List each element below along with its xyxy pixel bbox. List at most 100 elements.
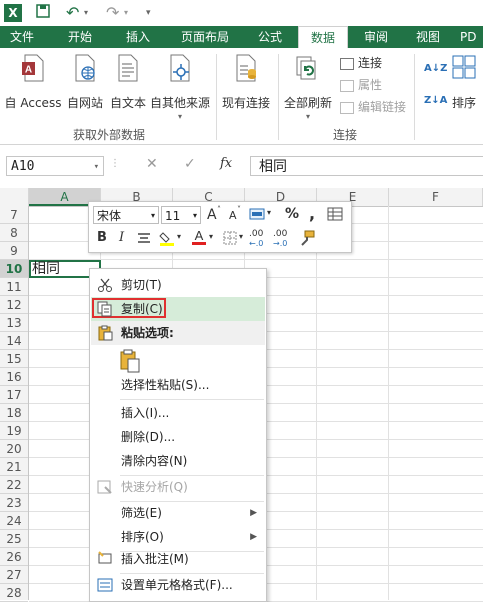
tab-home[interactable]: 开始 <box>60 26 100 48</box>
insert-function-icon[interactable]: fx <box>220 156 232 171</box>
tab-data[interactable]: 数据 <box>298 26 348 50</box>
from-web-button[interactable]: 自网站 <box>64 54 106 111</box>
menu-item-copy[interactable]: 复制(C) <box>91 297 265 321</box>
row-header-21[interactable]: 21 <box>0 458 28 476</box>
chevron-down-icon[interactable]: ▾ <box>239 232 243 241</box>
grid-column-line <box>388 206 389 600</box>
format-painter-icon[interactable] <box>299 230 315 246</box>
submenu-arrow-icon: ▶ <box>250 532 257 542</box>
comma-style-icon[interactable]: , <box>309 204 315 223</box>
properties-button[interactable]: 属性 <box>340 76 382 94</box>
clipboard-icon <box>97 325 113 341</box>
name-box[interactable]: A10 ▾ <box>6 156 104 176</box>
row-header-11[interactable]: 11 <box>0 278 28 296</box>
menu-item-insert[interactable]: 插入(I)... <box>91 401 265 425</box>
row-header-8[interactable]: 8 <box>0 224 28 242</box>
undo-icon[interactable]: ↶ <box>66 4 82 22</box>
title-bar: X ↶ ▾ ↷ ▾ ▾ <box>0 0 483 27</box>
row-header-18[interactable]: 18 <box>0 404 28 422</box>
fill-color-icon[interactable] <box>159 230 175 246</box>
number-format-icon[interactable] <box>249 207 265 220</box>
align-center-icon[interactable] <box>137 232 151 244</box>
row-header-9[interactable]: 9 <box>0 242 28 260</box>
copy-icon <box>97 301 113 317</box>
font-name-value: 宋体 <box>97 209 122 223</box>
row-header-22[interactable]: 22 <box>0 476 28 494</box>
row-header-26[interactable]: 26 <box>0 548 28 566</box>
column-header-f[interactable]: F <box>389 188 483 206</box>
row-header-13[interactable]: 13 <box>0 314 28 332</box>
row-header-28[interactable]: 28 <box>0 584 28 602</box>
tab-view[interactable]: 视图 <box>408 26 448 48</box>
bold-icon[interactable]: B <box>97 230 107 245</box>
row-header-19[interactable]: 19 <box>0 422 28 440</box>
sort-dialog-icon <box>452 54 476 82</box>
font-size-dropdown[interactable]: 11 ▾ <box>161 206 201 224</box>
row-header-23[interactable]: 23 <box>0 494 28 512</box>
tab-file[interactable]: 文件 <box>0 26 44 48</box>
menu-item-copy-label: 复制(C) <box>121 302 163 316</box>
from-other-sources-button[interactable]: 自其他来源 ▾ <box>150 54 210 121</box>
chevron-down-icon[interactable]: ▾ <box>267 208 271 217</box>
from-text-button[interactable]: 自文本 <box>106 54 150 111</box>
undo-dropdown-icon[interactable]: ▾ <box>84 4 94 22</box>
menu-item-clear-contents[interactable]: 清除内容(N) <box>91 449 265 473</box>
enter-icon[interactable]: ✓ <box>184 156 196 172</box>
from-access-button[interactable]: A 自 Access <box>4 54 62 111</box>
sort-descending-icon[interactable]: Z↓A <box>424 92 447 110</box>
tab-formulas[interactable]: 公式 <box>250 26 290 48</box>
row-header-7[interactable]: 7 <box>0 206 28 224</box>
row-header-17[interactable]: 17 <box>0 386 28 404</box>
tab-review[interactable]: 审阅 <box>356 26 396 48</box>
row-header-14[interactable]: 14 <box>0 332 28 350</box>
menu-item-insert-comment[interactable]: 插入批注(M) <box>91 547 265 571</box>
tab-insert[interactable]: 插入 <box>118 26 158 48</box>
shrink-font-icon[interactable]: A <box>229 209 237 222</box>
mini-toolbar: 宋体 ▾ 11 ▾ A ˄ A ˅ ▾ % , B I ▾ A ▾ ▾ .00 ←.0… <box>88 201 352 253</box>
menu-item-sort[interactable]: 排序(O) ▶ <box>91 525 265 549</box>
paste-clipboard-icon[interactable] <box>120 349 140 373</box>
tab-page-layout[interactable]: 页面布局 <box>172 26 238 48</box>
format-painter-table-icon[interactable] <box>327 207 343 221</box>
save-icon[interactable] <box>36 4 50 22</box>
redo-icon[interactable]: ↷ <box>106 4 122 22</box>
percent-style-icon[interactable]: % <box>285 206 299 222</box>
row-header-16[interactable]: 16 <box>0 368 28 386</box>
formula-input[interactable]: 相同 <box>250 156 483 176</box>
existing-connections-button[interactable]: 现有连接 <box>218 54 274 111</box>
tab-pdf[interactable]: PD <box>460 26 483 48</box>
font-name-dropdown[interactable]: 宋体 ▾ <box>93 206 159 224</box>
row-header-27[interactable]: 27 <box>0 566 28 584</box>
row-header-15[interactable]: 15 <box>0 350 28 368</box>
grow-font-icon[interactable]: A <box>207 207 217 223</box>
connections-button[interactable]: 连接 <box>340 54 382 72</box>
row-header-12[interactable]: 12 <box>0 296 28 314</box>
menu-item-delete[interactable]: 删除(D)... <box>91 425 265 449</box>
customize-qat-icon[interactable]: ▾ <box>146 4 156 22</box>
sort-button[interactable]: 排序 <box>448 54 480 111</box>
increase-decimal-icon[interactable]: .00 ←.0 <box>249 230 263 249</box>
row-header-25[interactable]: 25 <box>0 530 28 548</box>
italic-icon[interactable]: I <box>119 230 124 245</box>
row-header-20[interactable]: 20 <box>0 440 28 458</box>
edit-links-button[interactable]: 编辑链接 <box>340 98 406 116</box>
decrease-decimal-icon[interactable]: .00 →.0 <box>273 230 287 249</box>
from-access-label: 自 Access <box>4 96 62 110</box>
menu-item-filter[interactable]: 筛选(E) ▶ <box>91 501 265 525</box>
menu-item-cut[interactable]: 剪切(T) <box>91 273 265 297</box>
refresh-all-button[interactable]: 全部刷新 ▾ <box>280 54 336 121</box>
borders-icon[interactable] <box>223 231 237 245</box>
font-color-icon[interactable]: A <box>191 228 207 246</box>
row-header-10[interactable]: 10 <box>0 260 28 278</box>
menu-item-paste-special[interactable]: 选择性粘贴(S)... <box>91 373 265 397</box>
chevron-down-icon[interactable]: ▾ <box>94 157 99 177</box>
redo-dropdown-icon[interactable]: ▾ <box>124 4 134 22</box>
select-all-corner[interactable] <box>0 188 29 206</box>
from-other-sources-label: 自其他来源 <box>150 96 211 110</box>
row-header-24[interactable]: 24 <box>0 512 28 530</box>
chevron-down-icon[interactable]: ▾ <box>177 232 181 241</box>
chevron-down-icon[interactable]: ▾ <box>209 232 213 241</box>
menu-item-format-cells[interactable]: 设置单元格格式(F)... <box>91 573 265 597</box>
cancel-icon[interactable]: ✕ <box>146 156 158 172</box>
sort-ascending-icon[interactable]: A↓Z <box>424 60 447 78</box>
